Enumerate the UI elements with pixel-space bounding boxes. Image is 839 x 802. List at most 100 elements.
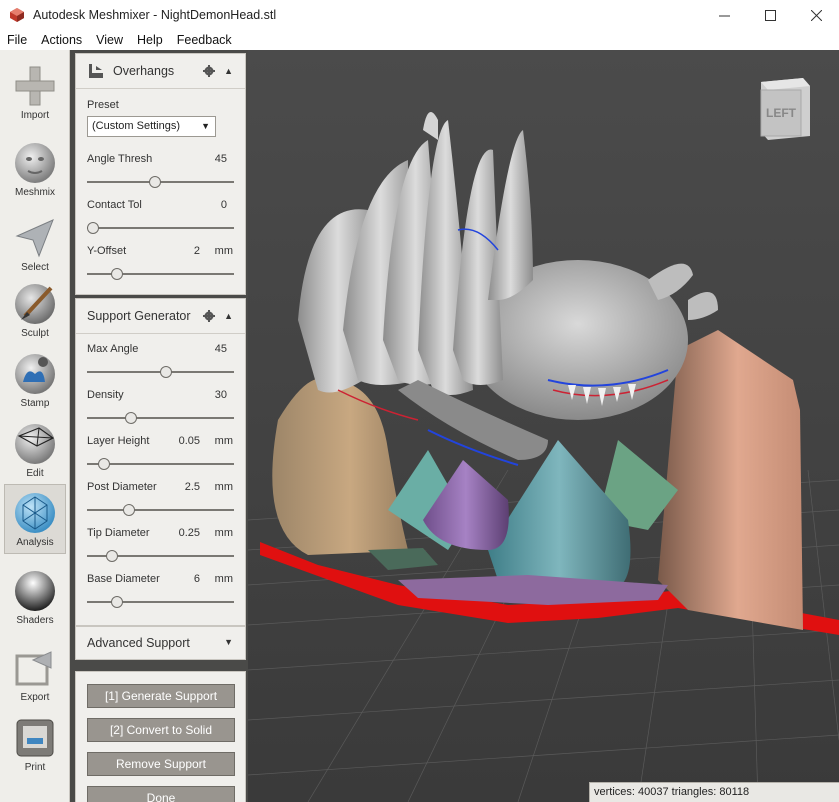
panel-title: Advanced Support xyxy=(87,636,190,650)
advanced-support-panel: Advanced Support ▼ xyxy=(75,626,246,660)
tip-diameter-slider[interactable] xyxy=(87,550,234,562)
post-diameter-value[interactable]: 2.5 xyxy=(185,481,200,493)
wireframe-icon xyxy=(15,424,55,464)
layer-height-value[interactable]: 0.05 xyxy=(179,435,200,447)
y-offset-unit: mm xyxy=(214,245,233,257)
menu-help[interactable]: Help xyxy=(130,33,170,47)
tool-label: Import xyxy=(20,110,50,121)
angle-thresh-value[interactable]: 45 xyxy=(215,153,227,165)
tip-diameter-value[interactable]: 0.25 xyxy=(179,527,200,539)
maximize-button[interactable] xyxy=(747,0,793,30)
slider-thumb[interactable] xyxy=(124,412,137,424)
contact-tol-value[interactable]: 0 xyxy=(221,199,227,211)
slider-thumb[interactable] xyxy=(87,222,99,234)
slider-thumb[interactable] xyxy=(159,366,172,378)
layer-height-label: Layer Height xyxy=(87,435,150,447)
window-title: Autodesk Meshmixer - NightDemonHead.stl xyxy=(33,8,277,22)
layer-height-unit: mm xyxy=(214,435,233,447)
post-diameter-slider[interactable] xyxy=(87,504,234,516)
contact-tol-slider[interactable] xyxy=(87,222,234,234)
expand-triangle-icon[interactable]: ▼ xyxy=(224,637,233,647)
tool-label: Stamp xyxy=(20,398,50,409)
tool-label: Analysis xyxy=(16,537,54,548)
done-button[interactable]: Done xyxy=(87,786,235,802)
tool-export[interactable]: Export xyxy=(4,640,66,710)
3d-viewport[interactable]: LEFT vertices: 40037 triangles: 80118 xyxy=(248,50,839,802)
base-diameter-slider[interactable] xyxy=(87,596,234,608)
tool-label: Sculpt xyxy=(21,328,49,339)
tool-label: Meshmix xyxy=(14,187,55,198)
y-offset-value[interactable]: 2 xyxy=(194,245,200,257)
tool-sculpt[interactable]: Sculpt xyxy=(4,276,66,346)
tool-label: Edit xyxy=(26,468,44,479)
meshmixer-logo-icon xyxy=(10,8,24,22)
support-generator-panel: Support Generator ▲ Max Angle 45 Density… xyxy=(75,298,246,626)
close-button[interactable] xyxy=(793,0,839,30)
advanced-support-header[interactable]: Advanced Support ▼ xyxy=(76,627,245,659)
slider-thumb[interactable] xyxy=(111,268,124,280)
density-label: Density xyxy=(87,389,124,401)
tool-analysis[interactable]: Analysis xyxy=(4,484,66,554)
preset-label: Preset xyxy=(87,99,119,111)
scene-render[interactable]: LEFT xyxy=(248,50,839,802)
tool-print[interactable]: Print xyxy=(4,710,66,780)
menu-actions[interactable]: Actions xyxy=(34,33,89,47)
stamp-icon xyxy=(15,354,55,394)
density-value[interactable]: 30 xyxy=(215,389,227,401)
density-slider[interactable] xyxy=(87,412,234,424)
preset-dropdown[interactable]: (Custom Settings) ▼ xyxy=(87,116,216,137)
generate-support-button[interactable]: [1] Generate Support xyxy=(87,684,235,708)
overhang-icon xyxy=(89,64,103,78)
printer-icon xyxy=(16,719,54,757)
tool-label: Print xyxy=(24,762,46,773)
arrow-cursor-icon xyxy=(15,219,54,258)
tool-meshmix[interactable]: Meshmix xyxy=(4,135,66,205)
view-cube-label[interactable]: LEFT xyxy=(766,106,797,120)
export-icon xyxy=(15,651,52,686)
gear-icon[interactable] xyxy=(203,65,215,77)
brush-icon xyxy=(15,284,55,324)
base-diameter-value[interactable]: 6 xyxy=(194,573,200,585)
max-angle-label: Max Angle xyxy=(87,343,139,355)
panel-title: Support Generator xyxy=(87,309,191,323)
gear-icon[interactable] xyxy=(203,310,215,322)
slider-thumb[interactable] xyxy=(105,550,118,562)
view-cube[interactable]: LEFT xyxy=(760,78,810,140)
convert-to-solid-button[interactable]: [2] Convert to Solid xyxy=(87,718,235,742)
close-icon xyxy=(810,9,822,21)
face-sphere-icon xyxy=(15,143,55,183)
minimize-button[interactable] xyxy=(701,0,747,30)
slider-thumb[interactable] xyxy=(97,458,110,470)
collapse-triangle-icon[interactable]: ▲ xyxy=(224,66,233,76)
tool-label: Shaders xyxy=(16,615,54,626)
menu-view[interactable]: View xyxy=(89,33,130,47)
tool-select[interactable]: Select xyxy=(4,210,66,280)
tool-label: Export xyxy=(20,692,50,703)
overhangs-header[interactable]: Overhangs ▲ xyxy=(76,54,245,89)
collapse-triangle-icon[interactable]: ▲ xyxy=(224,311,233,321)
layer-height-slider[interactable] xyxy=(87,458,234,470)
support-generator-header[interactable]: Support Generator ▲ xyxy=(76,299,245,334)
status-bar: vertices: 40037 triangles: 80118 xyxy=(589,782,839,802)
tool-sidebar: Import Meshmix Select Sculpt Stamp Edit … xyxy=(0,50,70,802)
max-angle-slider[interactable] xyxy=(87,366,234,378)
panel-title: Overhangs xyxy=(113,64,175,78)
dropdown-arrow-icon: ▼ xyxy=(201,121,210,131)
max-angle-value[interactable]: 45 xyxy=(215,343,227,355)
menu-feedback[interactable]: Feedback xyxy=(170,33,239,47)
remove-support-button[interactable]: Remove Support xyxy=(87,752,235,776)
tool-shaders[interactable]: Shaders xyxy=(4,563,66,633)
angle-thresh-slider[interactable] xyxy=(87,176,234,188)
menu-file[interactable]: File xyxy=(0,33,34,47)
tool-import[interactable]: Import xyxy=(4,58,66,128)
slider-thumb[interactable] xyxy=(123,504,136,516)
tool-stamp[interactable]: Stamp xyxy=(4,346,66,416)
tool-edit[interactable]: Edit xyxy=(4,416,66,486)
slider-thumb[interactable] xyxy=(149,176,162,188)
properties-panel-column: Overhangs ▲ Preset (Custom Settings) ▼ A… xyxy=(70,50,248,802)
slider-thumb[interactable] xyxy=(111,596,124,608)
plus-icon xyxy=(15,66,55,106)
y-offset-slider[interactable] xyxy=(87,268,234,280)
tip-diameter-unit: mm xyxy=(214,527,233,539)
support-post-pink xyxy=(658,330,803,630)
